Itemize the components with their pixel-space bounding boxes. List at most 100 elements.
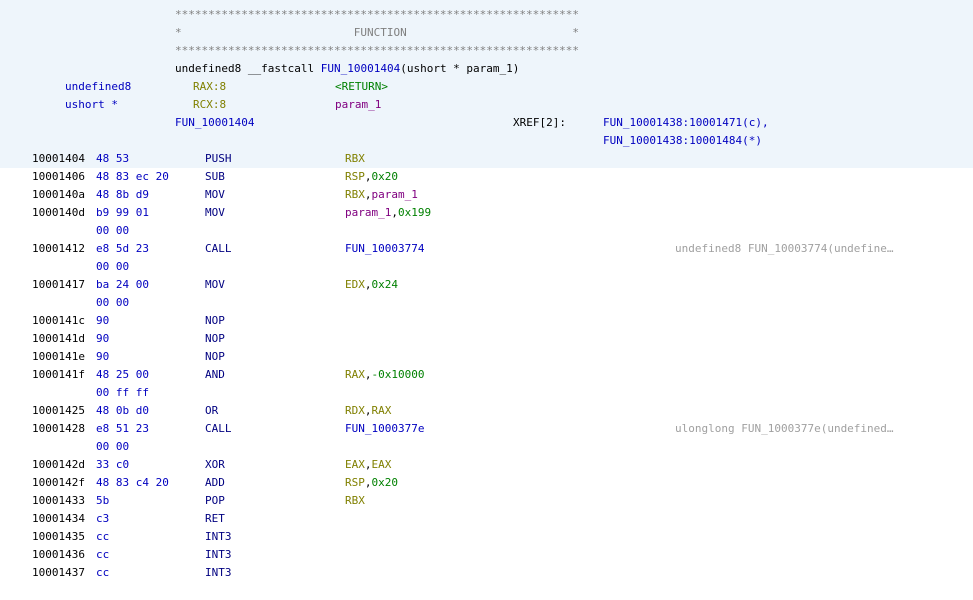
instruction-mnemonic[interactable]: NOP <box>205 312 225 330</box>
instruction-mnemonic[interactable]: POP <box>205 492 225 510</box>
instruction-operands[interactable]: FUN_10003774 <box>345 240 424 258</box>
instruction-address[interactable]: 10001435 <box>32 528 85 546</box>
instruction-operands[interactable]: RBX <box>345 150 365 168</box>
instruction-address[interactable]: 10001425 <box>32 402 85 420</box>
instruction-address[interactable]: 10001428 <box>32 420 85 438</box>
xref-label: XREF[2]: <box>513 116 566 129</box>
operand-1[interactable]: RBX <box>345 494 365 507</box>
operand-1[interactable]: param_1 <box>345 206 391 219</box>
instruction-operands[interactable]: EDX,0x24 <box>345 276 398 294</box>
operand-2[interactable]: 0x199 <box>398 206 431 219</box>
instruction-bytes: cc <box>96 566 110 579</box>
operand-1[interactable]: RBX <box>345 152 365 165</box>
instruction-mnemonic[interactable]: SUB <box>205 168 225 186</box>
instruction-bytes: 90 <box>96 350 110 363</box>
operand-2[interactable]: 0x20 <box>372 476 399 489</box>
operand-1[interactable]: RBX <box>345 188 365 201</box>
instruction-address[interactable]: 1000140d <box>32 204 85 222</box>
signature-params: (ushort * param_1) <box>400 62 520 75</box>
instruction-address[interactable]: 10001406 <box>32 168 85 186</box>
instruction-operands[interactable]: RBX,param_1 <box>345 186 418 204</box>
instruction-operands[interactable]: RSP,0x20 <box>345 168 398 186</box>
signature-function-name[interactable]: FUN_10001404 <box>321 62 400 75</box>
instruction-bytes: ba 24 00 <box>96 278 149 291</box>
header-function-banner: * FUNCTION * <box>175 26 579 39</box>
operand-separator: , <box>364 170 372 183</box>
instruction-operands[interactable]: RAX,-0x10000 <box>345 366 424 384</box>
instruction-mnemonic[interactable]: MOV <box>205 276 225 294</box>
instruction-bytes: 48 83 ec 20 <box>96 170 169 183</box>
instruction-address[interactable]: 1000141c <box>32 312 85 330</box>
operand-2[interactable]: RAX <box>372 404 392 417</box>
instruction-comment: undefined8 FUN_10003774(undefine… <box>675 242 894 255</box>
instruction-mnemonic[interactable]: RET <box>205 510 225 528</box>
instruction-operands[interactable]: param_1,0x199 <box>345 204 431 222</box>
instruction-mnemonic[interactable]: CALL <box>205 240 232 258</box>
instruction-operands[interactable]: EAX,EAX <box>345 456 391 474</box>
operand-1[interactable]: EAX <box>345 458 365 471</box>
var-name-param1[interactable]: param_1 <box>335 96 381 114</box>
instruction-mnemonic[interactable]: INT3 <box>205 528 232 546</box>
instruction-mnemonic[interactable]: PUSH <box>205 150 232 168</box>
instruction-bytes: cc <box>96 548 110 561</box>
instruction-operands[interactable]: FUN_1000377e <box>345 420 424 438</box>
instruction-address[interactable]: 10001412 <box>32 240 85 258</box>
instruction-address[interactable]: 10001404 <box>32 150 85 168</box>
instruction-address[interactable]: 10001436 <box>32 546 85 564</box>
function-label[interactable]: FUN_10001404 <box>175 114 254 132</box>
instruction-address[interactable]: 10001437 <box>32 564 85 582</box>
var-storage-param1: RCX:8 <box>193 98 227 111</box>
instruction-address[interactable]: 1000142f <box>32 474 85 492</box>
operand-1[interactable]: EDX <box>345 278 365 291</box>
xref-entry-2[interactable]: FUN_10001438:10001484(*) <box>603 132 762 150</box>
instruction-mnemonic[interactable]: CALL <box>205 420 232 438</box>
instruction-address[interactable]: 1000141e <box>32 348 85 366</box>
operand-1[interactable]: RAX <box>345 368 365 381</box>
operand-2[interactable]: EAX <box>372 458 392 471</box>
operand-separator: , <box>364 404 372 417</box>
instruction-mnemonic[interactable]: XOR <box>205 456 225 474</box>
instruction-operands[interactable]: RBX <box>345 492 365 510</box>
instruction-bytes-continuation: 00 ff ff <box>96 386 149 399</box>
xref-entry-1[interactable]: FUN_10001438:10001471(c), <box>603 114 769 132</box>
var-name-return[interactable]: <RETURN> <box>335 78 388 96</box>
instruction-bytes: 90 <box>96 314 110 327</box>
instruction-mnemonic[interactable]: OR <box>205 402 218 420</box>
operand-2[interactable]: 0x20 <box>372 170 399 183</box>
operand-2[interactable]: param_1 <box>372 188 418 201</box>
signature-calling-convention: __fastcall <box>247 62 315 75</box>
instruction-address[interactable]: 10001433 <box>32 492 85 510</box>
instruction-mnemonic[interactable]: NOP <box>205 330 225 348</box>
instruction-mnemonic[interactable]: INT3 <box>205 546 232 564</box>
instruction-mnemonic[interactable]: ADD <box>205 474 225 492</box>
operand-1[interactable]: FUN_10003774 <box>345 242 424 255</box>
instruction-mnemonic[interactable]: MOV <box>205 204 225 222</box>
instruction-address[interactable]: 1000141f <box>32 366 85 384</box>
instruction-bytes: 90 <box>96 332 110 345</box>
instruction-mnemonic[interactable]: MOV <box>205 186 225 204</box>
instruction-bytes: b9 99 01 <box>96 206 149 219</box>
instruction-bytes: 48 0b d0 <box>96 404 149 417</box>
operand-1[interactable]: RSP <box>345 170 365 183</box>
operand-separator: , <box>364 188 372 201</box>
instruction-address[interactable]: 10001434 <box>32 510 85 528</box>
operand-1[interactable]: FUN_1000377e <box>345 422 424 435</box>
instruction-address[interactable]: 1000141d <box>32 330 85 348</box>
operand-2[interactable]: 0x24 <box>372 278 399 291</box>
instruction-bytes: 48 25 00 <box>96 368 149 381</box>
instruction-bytes: cc <box>96 530 110 543</box>
operand-1[interactable]: RSP <box>345 476 365 489</box>
instruction-mnemonic[interactable]: INT3 <box>205 564 232 582</box>
instruction-address[interactable]: 1000142d <box>32 456 85 474</box>
instruction-address[interactable]: 1000140a <box>32 186 85 204</box>
operand-2[interactable]: -0x10000 <box>372 368 425 381</box>
instruction-mnemonic[interactable]: NOP <box>205 348 225 366</box>
instruction-address[interactable]: 10001417 <box>32 276 85 294</box>
instruction-bytes: 5b <box>96 494 110 507</box>
instruction-mnemonic[interactable]: AND <box>205 366 225 384</box>
operand-1[interactable]: RDX <box>345 404 365 417</box>
instruction-operands[interactable]: RSP,0x20 <box>345 474 398 492</box>
instruction-operands[interactable]: RDX,RAX <box>345 402 391 420</box>
function-signature[interactable]: undefined8 __fastcall FUN_10001404(ushor… <box>175 60 519 78</box>
instruction-bytes: e8 5d 23 <box>96 242 149 255</box>
